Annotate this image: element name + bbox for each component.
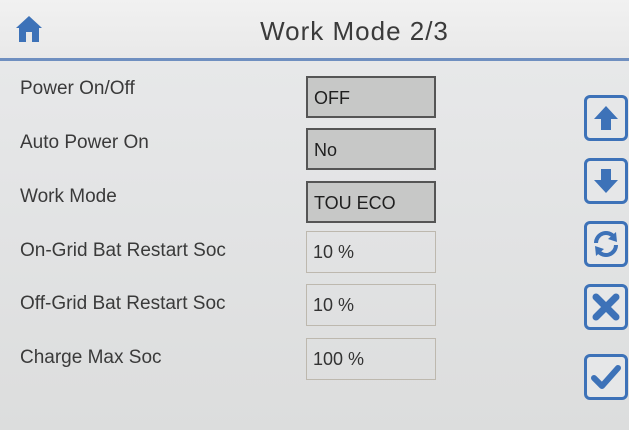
header-bar: Work Mode 2/3 [0,0,629,61]
on-grid-bat-restart-soc-label: On-Grid Bat Restart Soc [20,240,226,261]
scroll-up-button[interactable] [584,95,628,141]
arrow-up-icon [594,106,618,130]
page-title: Work Mode 2/3 [260,16,449,46]
off-grid-bat-restart-soc-label: Off-Grid Bat Restart Soc [20,293,226,314]
on-grid-bat-restart-soc-field[interactable]: 10 % [306,231,436,273]
off-grid-bat-restart-soc-field[interactable]: 10 % [306,284,436,326]
work-mode-label: Work Mode [20,186,117,207]
power-on-off-label: Power On/Off [20,78,135,99]
confirm-button[interactable] [584,354,628,400]
arrow-down-icon [594,169,618,193]
auto-power-on-label: Auto Power On [20,132,149,153]
power-on-off-field[interactable]: OFF [306,76,436,118]
charge-max-soc-field[interactable]: 100 % [306,338,436,380]
scroll-down-button[interactable] [584,158,628,204]
charge-max-soc-label: Charge Max Soc [20,347,162,368]
work-mode-field[interactable]: TOU ECO [306,181,436,223]
check-icon [591,365,621,389]
close-icon [592,293,620,321]
refresh-button[interactable] [584,221,628,267]
auto-power-on-field[interactable]: No [306,128,436,170]
cancel-button[interactable] [584,284,628,330]
refresh-icon [594,231,618,257]
